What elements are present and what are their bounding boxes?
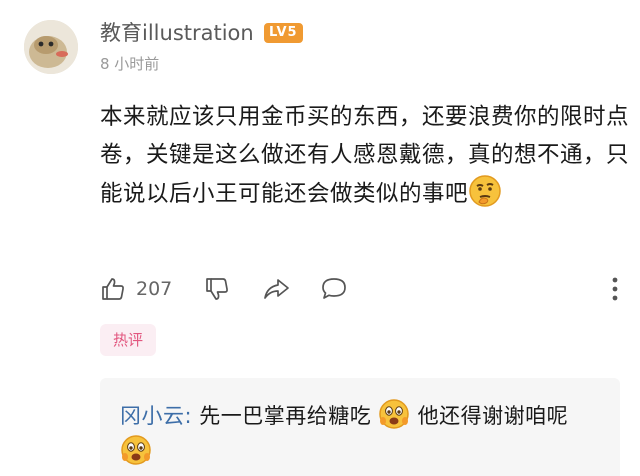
comment-actions: 207	[100, 272, 620, 306]
comment-body: 本来就应该只用金币买的东西，还要浪费你的限时点卷，关键是这么做还有人感恩戴德，真…	[100, 98, 630, 213]
thumbs-down-icon	[204, 276, 230, 302]
reply-content: 冈小云: 先一巴掌再给糖吃 他还得谢谢咱呢	[120, 398, 600, 470]
user-avatar[interactable]	[24, 20, 78, 74]
like-count: 207	[136, 278, 173, 300]
thumbs-up-icon	[100, 276, 126, 302]
hot-comment-tag: 热评	[100, 324, 156, 356]
fearful-face-emoji-2	[120, 434, 152, 466]
reply-text-part2: 他还得谢谢咱呢	[410, 404, 569, 428]
reply-button[interactable]	[320, 272, 348, 306]
fearful-face-emoji	[378, 398, 410, 430]
more-vertical-icon	[610, 277, 620, 306]
share-arrow-icon	[262, 276, 290, 302]
comment-timestamp: 8 小时前	[100, 55, 160, 73]
thinking-face-emoji	[468, 174, 502, 208]
comment-text: 本来就应该只用金币买的东西，还要浪费你的限时点卷，关键是这么做还有人感恩戴德，真…	[100, 104, 630, 207]
comment-bubble-icon	[320, 276, 348, 302]
reply-text-part1: 先一巴掌再给糖吃	[192, 404, 372, 428]
more-options-button[interactable]	[610, 276, 620, 302]
username[interactable]: 教育illustration	[100, 20, 254, 46]
reply-author[interactable]: 冈小云:	[120, 404, 192, 428]
reply-preview[interactable]: 冈小云: 先一巴掌再给糖吃 他还得谢谢咱呢	[100, 378, 620, 476]
dislike-button[interactable]	[204, 272, 230, 306]
share-button[interactable]	[262, 272, 290, 306]
like-button[interactable]: 207	[100, 272, 172, 306]
level-badge: LV5	[264, 23, 303, 43]
